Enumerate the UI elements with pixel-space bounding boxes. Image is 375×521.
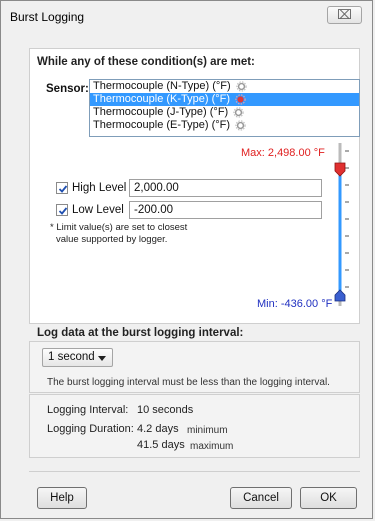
sensor-name: Thermocouple (J-Type) (°F) (93, 106, 229, 118)
title-bar: Burst Logging ⌧ (1, 1, 372, 31)
high-level-label: High Level (72, 182, 127, 194)
slider-ticks (345, 150, 349, 288)
sensor-label: Sensor: (46, 83, 89, 95)
high-level-checkbox[interactable] (56, 182, 68, 194)
min-value-label: Min: -436.00 °F (257, 298, 333, 310)
interval-help-text: The burst logging interval must be less … (47, 377, 330, 388)
dialog-title: Burst Logging (10, 10, 85, 24)
logging-duration-label: Logging Duration: (47, 423, 134, 435)
limit-note: * Limit value(s) are set to closest valu… (50, 222, 187, 246)
interval-header: Log data at the burst logging interval: (37, 327, 244, 339)
burst-interval-value: 1 second (48, 351, 95, 363)
divider (29, 471, 360, 472)
logging-interval-value: 10 seconds (137, 404, 194, 416)
min-duration-suffix: minimum (187, 425, 228, 436)
alarm-gear-icon (235, 93, 246, 105)
help-button[interactable]: Help (37, 487, 87, 509)
gear-icon (233, 106, 244, 118)
ok-button[interactable]: OK (300, 487, 357, 509)
sensor-name: Thermocouple (E-Type) (°F) (93, 119, 231, 131)
close-button[interactable]: ⌧ (327, 6, 362, 24)
checkmark-icon (58, 207, 68, 215)
checkmark-icon (58, 185, 68, 193)
logging-interval-label: Logging Interval: (47, 404, 129, 416)
max-value-label: Max: 2,498.00 °F (241, 147, 325, 159)
sensor-list-item-selected[interactable]: Thermocouple (K-Type) (°F) (90, 93, 359, 106)
sensor-list[interactable]: Thermocouple (N-Type) (°F) Thermocouple … (89, 79, 360, 137)
min-duration-value: 4.2 days (137, 423, 179, 435)
sensor-list-item[interactable]: Thermocouple (E-Type) (°F) (90, 119, 359, 132)
low-level-label: Low Level (72, 204, 124, 216)
gear-icon (236, 80, 247, 92)
low-level-marker[interactable] (334, 289, 346, 302)
sensor-name: Thermocouple (N-Type) (°F) (93, 80, 231, 92)
sensor-name: Thermocouple (K-Type) (°F) (93, 93, 231, 105)
high-level-field[interactable]: 2,000.00 (129, 179, 322, 197)
max-duration-suffix: maximum (190, 441, 234, 452)
sensor-list-item[interactable]: Thermocouple (N-Type) (°F) (90, 80, 359, 93)
close-icon: ⌧ (337, 7, 352, 22)
limit-note-line: value supported by logger. (56, 234, 168, 245)
burst-interval-dropdown[interactable]: 1 second (42, 348, 113, 367)
level-slider[interactable] (327, 141, 357, 309)
limit-note-line: * Limit value(s) are set to closest (50, 222, 188, 233)
gear-icon (235, 119, 246, 131)
max-duration-value: 41.5 days (137, 439, 185, 451)
conditions-header: While any of these condition(s) are met: (37, 56, 255, 68)
sensor-list-item[interactable]: Thermocouple (J-Type) (°F) (90, 106, 359, 119)
low-level-checkbox[interactable] (56, 204, 68, 216)
dropdown-arrow-icon (98, 356, 106, 361)
burst-logging-dialog: Burst Logging ⌧ While any of these condi… (0, 0, 373, 519)
cancel-button[interactable]: Cancel (230, 487, 292, 509)
high-level-marker[interactable] (334, 162, 346, 177)
low-level-field[interactable]: -200.00 (129, 201, 322, 219)
